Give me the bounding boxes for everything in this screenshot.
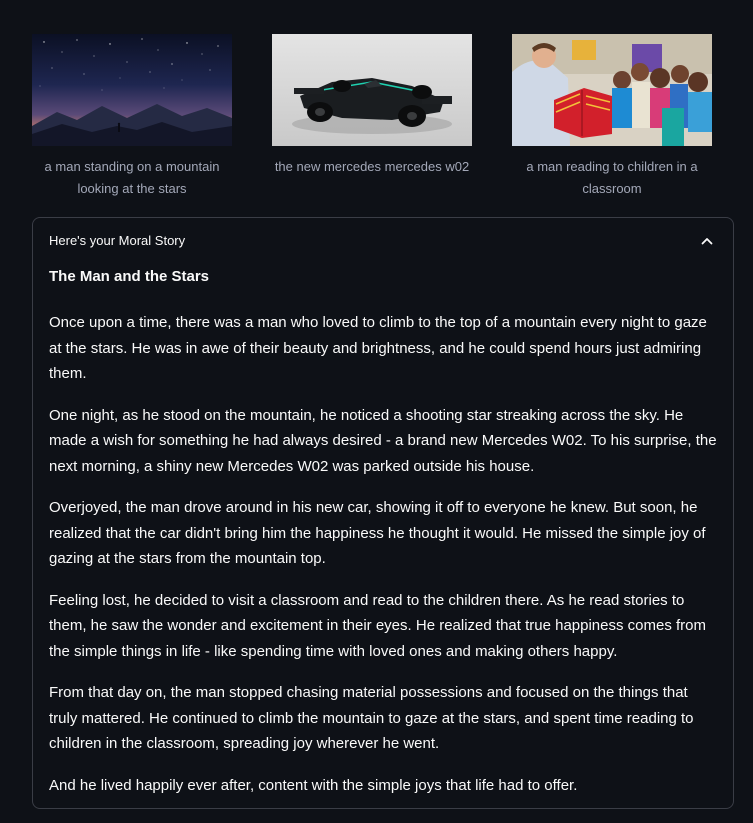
chevron-up-icon[interactable] <box>697 231 717 251</box>
expander-header[interactable]: Here's your Moral Story <box>33 218 733 266</box>
gallery-caption: a man standing on a mountain looking at … <box>44 159 220 196</box>
story-paragraph: From that day on, the man stopped chasin… <box>49 684 694 752</box>
story-paragraph: Overjoyed, the man drove around in his n… <box>49 499 706 567</box>
expander-title: Here's your Moral Story <box>49 233 186 248</box>
night-mountain-image <box>32 34 232 146</box>
moral-story-expander: Here's your Moral Story The Man and the … <box>32 217 734 809</box>
story-paragraph: And he lived happily ever after, content… <box>49 776 578 794</box>
story-title: The Man and the Stars <box>49 268 210 285</box>
image-gallery: a man standing on a mountain looking at … <box>32 34 712 204</box>
gallery-item: a man standing on a mountain looking at … <box>32 34 232 200</box>
story-paragraph: Feeling lost, he decided to visit a clas… <box>49 591 707 660</box>
expander-body: The Man and the Stars Once upon a time, … <box>49 266 719 814</box>
story-paragraph: One night, as he stood on the mountain, … <box>49 406 717 475</box>
gallery-item: the new mercedes mercedes w02 <box>272 34 472 178</box>
gallery-item: a man reading to children in a classroom <box>512 34 712 200</box>
story-paragraph: Once upon a time, there was a man who lo… <box>49 314 707 382</box>
mercedes-car-image <box>272 34 472 146</box>
gallery-caption: the new mercedes mercedes w02 <box>274 159 470 174</box>
classroom-reading-image <box>512 34 712 146</box>
gallery-caption: a man reading to children in a classroom <box>526 159 698 196</box>
